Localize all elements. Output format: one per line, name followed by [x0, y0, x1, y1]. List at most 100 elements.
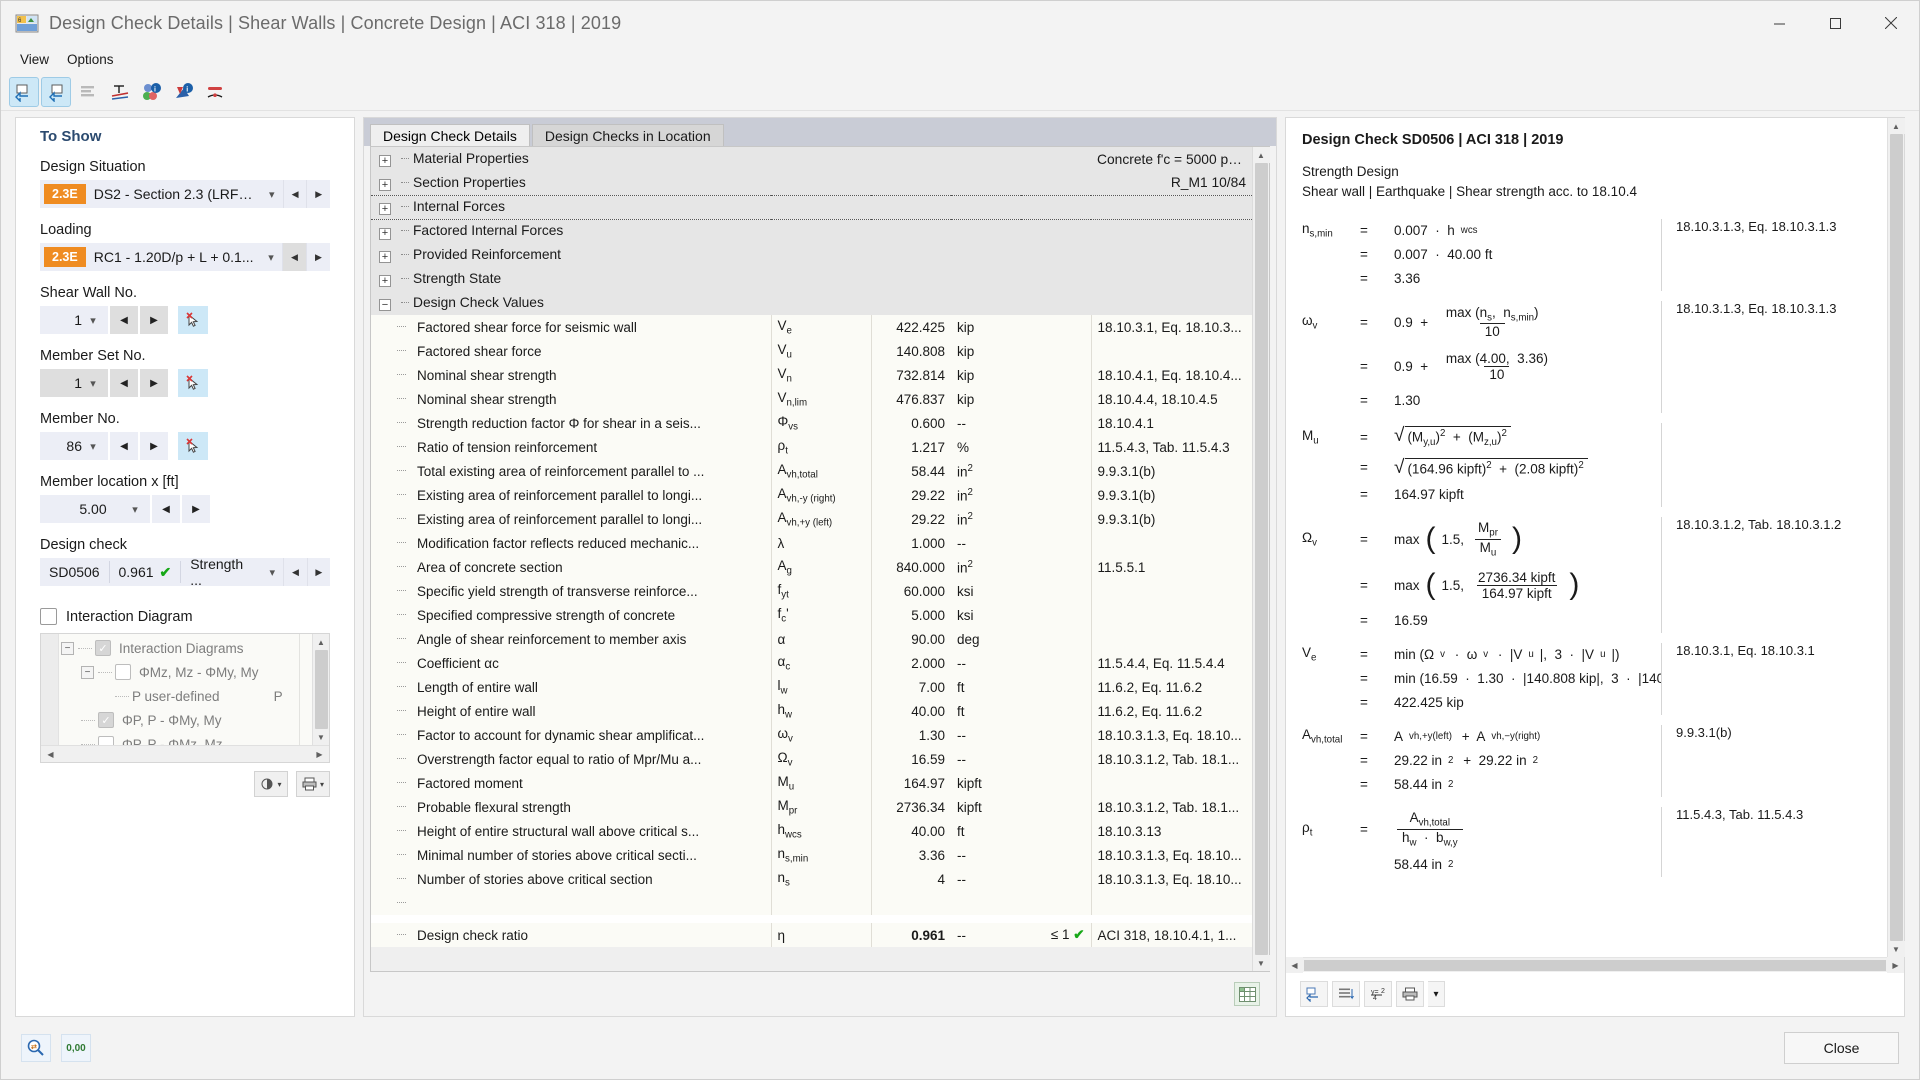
- scroll-right-icon[interactable]: ▶: [311, 746, 328, 762]
- table-row-group[interactable]: + Section Properties R_M1 10/84: [371, 171, 1252, 195]
- minimize-button[interactable]: [1751, 1, 1807, 46]
- table-row[interactable]: Strength reduction factor Φ for shear in…: [371, 411, 1252, 435]
- member-no-combo[interactable]: 86 ▾: [40, 432, 108, 460]
- design-check-combo[interactable]: SD0506 0.961 ✔ Strength ... ▾: [40, 558, 284, 586]
- table-row[interactable]: Existing area of reinforcement parallel …: [371, 507, 1252, 531]
- tab-design-checks-in-location[interactable]: Design Checks in Location: [531, 124, 724, 146]
- navigate-forward-icon[interactable]: [41, 76, 71, 107]
- design-check-ratio-row[interactable]: Design check ratio η 0.961 -- ≤ 1 ✔ ACI 318, …: [371, 923, 1252, 947]
- table-row[interactable]: Length of entire wall lw 7.00 ft 11.6.2, Eq.…: [371, 675, 1252, 699]
- checkbox-icon[interactable]: ✓: [98, 712, 114, 728]
- collapse-icon[interactable]: −: [379, 299, 391, 312]
- navigation-tree-icon[interactable]: [1300, 981, 1328, 1007]
- chevron-down-icon[interactable]: ▾: [261, 188, 283, 201]
- member-set-prev-button[interactable]: ◀: [110, 369, 138, 397]
- tree-vertical-scrollbar[interactable]: ▲ ▼: [312, 634, 329, 745]
- expand-icon[interactable]: +: [379, 275, 391, 288]
- design-situation-prev-button[interactable]: ◀: [282, 180, 307, 208]
- scroll-down-icon[interactable]: ▼: [1887, 941, 1905, 957]
- scroll-up-icon[interactable]: ▲: [1252, 147, 1270, 163]
- table-row[interactable]: Factored moment Mu 164.97 kipft: [371, 771, 1252, 795]
- list-item[interactable]: P user-defined P 0: [59, 684, 329, 708]
- scroll-right-icon[interactable]: ▶: [1887, 957, 1904, 973]
- chevron-down-icon[interactable]: ▾: [261, 566, 283, 579]
- member-no-pick-button[interactable]: [178, 432, 208, 460]
- numeric-values-icon[interactable]: 0,00: [61, 1034, 91, 1062]
- member-no-prev-button[interactable]: ◀: [110, 432, 138, 460]
- member-set-no-combo[interactable]: 1 ▾: [40, 369, 108, 397]
- member-no-next-button[interactable]: ▶: [140, 432, 168, 460]
- formula-horizontal-scrollbar[interactable]: ◀ ▶: [1286, 957, 1904, 973]
- tree-horizontal-scrollbar[interactable]: ◀ ▶: [41, 745, 329, 762]
- list-view-icon[interactable]: [1332, 981, 1360, 1007]
- maximize-button[interactable]: [1807, 1, 1863, 46]
- member-set-pick-button[interactable]: [178, 369, 208, 397]
- design-check-next-button[interactable]: ▶: [306, 558, 330, 586]
- table-row-group[interactable]: + Internal Forces: [371, 194, 1252, 220]
- interaction-diagrams-tree[interactable]: − ✓ Interaction Diagrams − ΦMz, Mz - ΦMy…: [40, 633, 330, 763]
- list-item[interactable]: ΦP, P - ΦMz, Mz: [59, 732, 329, 745]
- table-row[interactable]: Number of stories above critical section…: [371, 867, 1252, 891]
- member-info-icon[interactable]: [201, 77, 231, 107]
- print-dropdown-icon[interactable]: ▾: [1428, 981, 1445, 1007]
- table-row[interactable]: Probable flexural strength Mpr 2736.34 kipf…: [371, 795, 1252, 819]
- list-item[interactable]: − ΦMz, Mz - ΦMy, My: [59, 660, 329, 684]
- table-row-group[interactable]: + Material Properties Concrete f'c = 5000…: [371, 147, 1252, 171]
- section-info-icon[interactable]: i: [169, 77, 199, 107]
- navigate-back-icon[interactable]: [9, 76, 39, 107]
- table-row[interactable]: Nominal shear strength Vn,lim 476.837 kip 18…: [371, 387, 1252, 411]
- checkbox-icon[interactable]: [115, 664, 131, 680]
- shear-wall-pick-button[interactable]: [178, 306, 208, 334]
- scroll-down-icon[interactable]: ▼: [1252, 955, 1270, 971]
- list-item[interactable]: − ✓ Interaction Diagrams: [59, 636, 329, 660]
- table-row[interactable]: Angle of shear reinforcement to member a…: [371, 627, 1252, 651]
- material-info-icon[interactable]: i: [137, 77, 167, 107]
- chevron-down-icon[interactable]: ▾: [124, 503, 146, 516]
- list-item[interactable]: ✓ ΦP, P - ΦMy, My: [59, 708, 329, 732]
- table-row-group[interactable]: + Provided Reinforcement: [371, 243, 1252, 267]
- expand-icon[interactable]: +: [379, 251, 391, 264]
- close-window-button[interactable]: [1863, 1, 1919, 46]
- menu-item-view[interactable]: View: [11, 48, 58, 71]
- scroll-up-icon[interactable]: ▲: [312, 634, 329, 650]
- interaction-diagram-checkbox[interactable]: Interaction Diagram: [40, 608, 330, 625]
- member-location-combo[interactable]: 5.00 ▾: [40, 495, 150, 523]
- print-icon[interactable]: [1396, 981, 1424, 1007]
- scroll-down-icon[interactable]: ▼: [312, 729, 329, 745]
- table-list-icon[interactable]: [73, 77, 103, 107]
- tab-design-check-details[interactable]: Design Check Details: [370, 124, 530, 146]
- table-row[interactable]: Factor to account for dynamic shear ampl…: [371, 723, 1252, 747]
- table-row-group[interactable]: + Factored Internal Forces: [371, 219, 1252, 243]
- chevron-down-icon[interactable]: ▾: [260, 251, 282, 264]
- scroll-up-icon[interactable]: ▲: [1887, 118, 1905, 134]
- table-vertical-scrollbar[interactable]: ▲ ▼: [1252, 147, 1270, 971]
- loading-combo[interactable]: 2.3E RC1 - 1.20D/p + L + 0.1... ▾: [40, 243, 282, 271]
- shear-wall-prev-button[interactable]: ◀: [110, 306, 138, 334]
- table-row-group[interactable]: − Design Check Values: [371, 291, 1252, 315]
- table-row[interactable]: Factored shear force Vu 140.808 kip: [371, 339, 1252, 363]
- table-row[interactable]: Factored shear force for seismic wall Ve 4…: [371, 315, 1252, 339]
- export-to-table-button[interactable]: [1234, 982, 1260, 1006]
- close-button[interactable]: Close: [1784, 1032, 1899, 1064]
- shear-wall-no-combo[interactable]: 1 ▾: [40, 306, 108, 334]
- chevron-down-icon[interactable]: ▾: [82, 440, 104, 453]
- table-row[interactable]: Ratio of tension reinforcement ρt 1.217% 11…: [371, 435, 1252, 459]
- table-row[interactable]: Modification factor reflects reduced mec…: [371, 531, 1252, 555]
- color-settings-button[interactable]: ▾: [253, 771, 288, 797]
- table-row[interactable]: Specified compressive strength of concre…: [371, 603, 1252, 627]
- loading-prev-button[interactable]: ◀: [282, 243, 306, 271]
- formula-view-icon[interactable]: y= 4 2: [1364, 981, 1392, 1007]
- table-row[interactable]: Specific yield strength of transverse re…: [371, 579, 1252, 603]
- table-row[interactable]: Coefficient αc αc 2.000 -- 11.5.4.4, Eq. 11.…: [371, 651, 1252, 675]
- zoom-search-icon[interactable]: ⇄: [21, 1034, 51, 1062]
- section-axis-icon[interactable]: [105, 77, 135, 107]
- member-location-next-button[interactable]: ▶: [182, 495, 210, 523]
- design-check-prev-button[interactable]: ◀: [283, 558, 307, 586]
- design-situation-combo[interactable]: 2.3E DS2 - Section 2.3 (LRFD)... ▾: [40, 180, 283, 208]
- collapse-icon[interactable]: −: [61, 641, 74, 655]
- scroll-left-icon[interactable]: ◀: [1286, 957, 1303, 973]
- checkbox-icon[interactable]: ✓: [95, 640, 111, 656]
- chevron-down-icon[interactable]: ▾: [82, 377, 104, 390]
- table-row[interactable]: Area of concrete section Ag 840.000 in2 11.5…: [371, 555, 1252, 579]
- table-row[interactable]: Overstrength factor equal to ratio of Mp…: [371, 747, 1252, 771]
